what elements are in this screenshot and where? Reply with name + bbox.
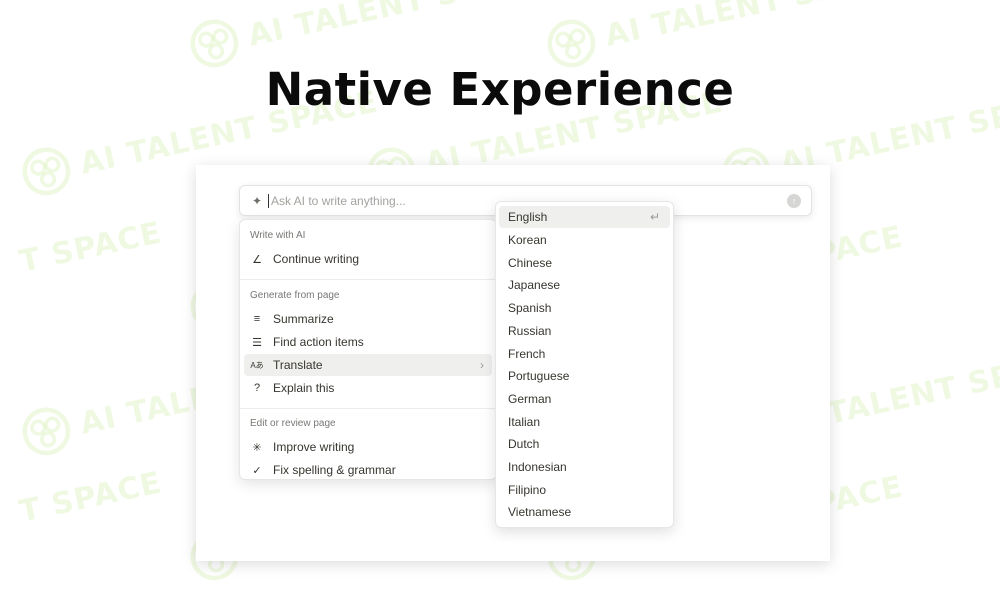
language-option-english[interactable]: English ↵ [499,206,670,228]
language-label: German [508,392,552,406]
menu-item-explain-this[interactable]: ? Explain this [244,377,492,399]
submit-arrow-icon[interactable]: ↑ [787,193,801,208]
watermark-fragment: T SPACE [16,465,165,529]
sparkle-icon: ✦ [251,193,263,208]
language-option-portuguese[interactable]: Portuguese [499,365,670,387]
checklist-icon: ☰ [252,336,262,349]
check-icon: ✓ [252,464,262,477]
section-title-generate: Generate from page [250,290,340,301]
language-label: Chinese [508,256,553,270]
language-label: Italian [508,415,541,429]
translate-language-menu: English ↵ Korean Chinese Japanese Spanis… [495,201,674,528]
menu-item-improve-writing[interactable]: ✳ Improve writing [244,436,492,458]
language-label: Japanese [508,278,561,292]
language-label: Indonesian [508,460,567,474]
language-option-french[interactable]: French [499,343,670,365]
menu-item-label: Find action items [273,335,364,349]
watermark-text: AI TALENT SPACE [245,0,550,54]
menu-divider [240,279,496,280]
language-option-japanese[interactable]: Japanese [499,274,670,296]
menu-item-summarize[interactable]: ≡ Summarize [244,308,492,330]
menu-divider [240,408,496,409]
language-label: Russian [508,324,552,338]
watermark-text: T SPACE [16,465,165,530]
language-option-russian[interactable]: Russian [499,320,670,342]
menu-item-label: Fix spelling & grammar [273,463,396,477]
language-label: Vietnamese [508,505,572,519]
return-key-icon: ↵ [649,210,660,224]
language-label: Portuguese [508,369,570,383]
language-option-filipino[interactable]: Filipino [499,479,670,501]
translate-icon: Aあ [250,360,264,370]
language-option-german[interactable]: German [499,388,670,410]
watermark-text: AI TALENT SPACE [602,0,907,54]
page-title: Native Experience [265,63,735,116]
language-label: French [508,347,546,361]
language-label: English [508,210,548,224]
watermark-fragment: T SPACE [16,215,165,279]
menu-item-label: Translate [273,358,323,372]
chevron-right-icon: › [480,358,484,372]
menu-item-label: Improve writing [273,440,355,454]
magic-wand-icon: ✳ [252,441,262,454]
menu-item-label: Continue writing [273,252,360,266]
language-option-indonesian[interactable]: Indonesian [499,456,670,478]
language-option-italian[interactable]: Italian [499,411,670,433]
section-title-write: Write with AI [250,230,306,241]
menu-item-fix-spelling[interactable]: ✓ Fix spelling & grammar [244,459,492,481]
pencil-icon: ∠ [252,253,262,266]
language-option-vietnamese[interactable]: Vietnamese [499,501,670,523]
language-label: Spanish [508,301,552,315]
language-option-dutch[interactable]: Dutch [499,433,670,455]
language-label: Filipino [508,483,547,497]
language-option-korean[interactable]: Korean [499,229,670,251]
language-option-spanish[interactable]: Spanish [499,297,670,319]
menu-item-find-action-items[interactable]: ☰ Find action items [244,331,492,353]
ai-command-menu: Write with AI ∠ Continue writing Generat… [239,219,497,480]
question-icon: ? [253,382,261,394]
language-label: Korean [508,233,547,247]
language-label: Dutch [508,437,540,451]
language-option-chinese[interactable]: Chinese [499,252,670,274]
watermark-text: T SPACE [16,215,165,280]
menu-item-continue-writing[interactable]: ∠ Continue writing [244,248,492,270]
brain-logo-icon [22,407,71,456]
section-title-edit: Edit or review page [250,418,336,429]
summarize-icon: ≡ [253,313,261,325]
menu-item-label: Summarize [273,312,334,326]
brain-logo-icon [22,147,71,196]
menu-item-translate[interactable]: Aあ Translate › [244,354,492,376]
menu-item-label: Explain this [273,381,335,395]
